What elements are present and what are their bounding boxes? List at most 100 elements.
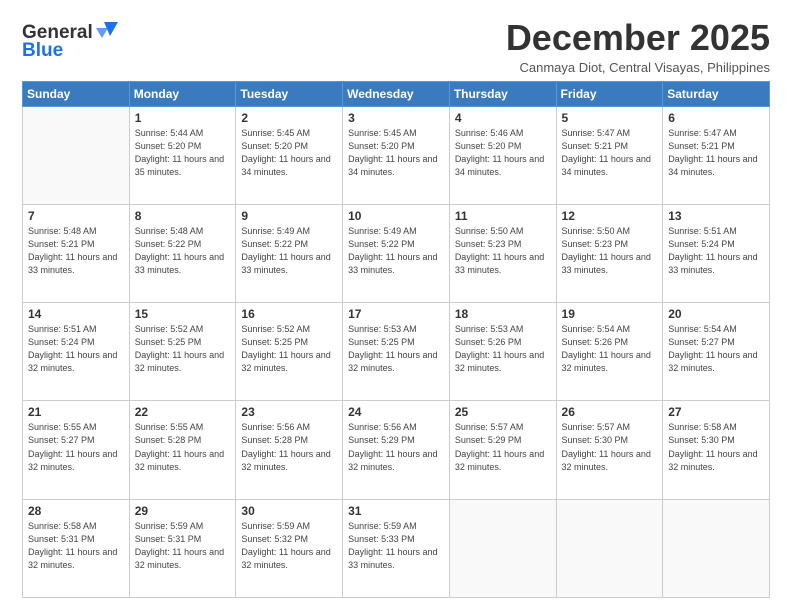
day-info: Sunrise: 5:50 AMSunset: 5:23 PMDaylight:…	[562, 225, 658, 277]
day-info: Sunrise: 5:54 AMSunset: 5:27 PMDaylight:…	[668, 323, 764, 375]
day-number: 31	[348, 504, 444, 518]
table-row: 21Sunrise: 5:55 AMSunset: 5:27 PMDayligh…	[23, 401, 130, 499]
day-info: Sunrise: 5:53 AMSunset: 5:26 PMDaylight:…	[455, 323, 551, 375]
table-row	[556, 499, 663, 597]
day-number: 15	[135, 307, 231, 321]
day-info: Sunrise: 5:56 AMSunset: 5:28 PMDaylight:…	[241, 421, 337, 473]
calendar-week-row: 28Sunrise: 5:58 AMSunset: 5:31 PMDayligh…	[23, 499, 770, 597]
day-number: 28	[28, 504, 124, 518]
day-number: 26	[562, 405, 658, 419]
col-wednesday: Wednesday	[343, 81, 450, 106]
day-number: 5	[562, 111, 658, 125]
day-info: Sunrise: 5:47 AMSunset: 5:21 PMDaylight:…	[562, 127, 658, 179]
table-row: 16 Sunrise: 5:52 AMSunset: 5:25 PMDayligh…	[236, 303, 343, 401]
table-row: 30 Sunrise: 5:59 AMSunset: 5:32 PMDayligh…	[236, 499, 343, 597]
day-info: Sunrise: 5:57 AMSunset: 5:30 PMDaylight:…	[562, 421, 658, 473]
calendar-week-row: 21Sunrise: 5:55 AMSunset: 5:27 PMDayligh…	[23, 401, 770, 499]
day-number: 1	[135, 111, 231, 125]
table-row: 2 Sunrise: 5:45 AMSunset: 5:20 PMDaylight…	[236, 106, 343, 204]
day-number: 8	[135, 209, 231, 223]
day-info: Sunrise: 5:54 AMSunset: 5:26 PMDaylight:…	[562, 323, 658, 375]
table-row: 10 Sunrise: 5:49 AMSunset: 5:22 PMDayligh…	[343, 204, 450, 302]
table-row: 28Sunrise: 5:58 AMSunset: 5:31 PMDayligh…	[23, 499, 130, 597]
day-info: Sunrise: 5:51 AMSunset: 5:24 PMDaylight:…	[28, 323, 124, 375]
table-row: 18 Sunrise: 5:53 AMSunset: 5:26 PMDayligh…	[449, 303, 556, 401]
table-row: 27 Sunrise: 5:58 AMSunset: 5:30 PMDayligh…	[663, 401, 770, 499]
table-row: 7 Sunrise: 5:48 AMSunset: 5:21 PMDaylight…	[23, 204, 130, 302]
day-number: 7	[28, 209, 124, 223]
calendar-table: Sunday Monday Tuesday Wednesday Thursday…	[22, 81, 770, 598]
table-row: 1 Sunrise: 5:44 AMSunset: 5:20 PMDaylight…	[129, 106, 236, 204]
day-number: 20	[668, 307, 764, 321]
table-row: 8 Sunrise: 5:48 AMSunset: 5:22 PMDaylight…	[129, 204, 236, 302]
day-number: 24	[348, 405, 444, 419]
day-info: Sunrise: 5:49 AMSunset: 5:22 PMDaylight:…	[241, 225, 337, 277]
day-info: Sunrise: 5:59 AMSunset: 5:31 PMDaylight:…	[135, 520, 231, 572]
day-number: 4	[455, 111, 551, 125]
table-row: 15 Sunrise: 5:52 AMSunset: 5:25 PMDayligh…	[129, 303, 236, 401]
day-number: 12	[562, 209, 658, 223]
day-info: Sunrise: 5:52 AMSunset: 5:25 PMDaylight:…	[241, 323, 337, 375]
day-info: Sunrise: 5:45 AMSunset: 5:20 PMDaylight:…	[348, 127, 444, 179]
day-number: 3	[348, 111, 444, 125]
table-row: 25Sunrise: 5:57 AMSunset: 5:29 PMDayligh…	[449, 401, 556, 499]
day-info: Sunrise: 5:53 AMSunset: 5:25 PMDaylight:…	[348, 323, 444, 375]
day-number: 17	[348, 307, 444, 321]
table-row: 19 Sunrise: 5:54 AMSunset: 5:26 PMDayligh…	[556, 303, 663, 401]
day-info: Sunrise: 5:50 AMSunset: 5:23 PMDaylight:…	[455, 225, 551, 277]
day-info: Sunrise: 5:49 AMSunset: 5:22 PMDaylight:…	[348, 225, 444, 277]
day-number: 25	[455, 405, 551, 419]
day-info: Sunrise: 5:55 AMSunset: 5:28 PMDaylight:…	[135, 421, 231, 473]
day-info: Sunrise: 5:48 AMSunset: 5:22 PMDaylight:…	[135, 225, 231, 277]
day-number: 23	[241, 405, 337, 419]
location: Canmaya Diot, Central Visayas, Philippin…	[506, 60, 770, 75]
table-row: 31Sunrise: 5:59 AMSunset: 5:33 PMDayligh…	[343, 499, 450, 597]
page: General Blue December 2025 Canmaya Diot,…	[0, 0, 792, 612]
table-row: 3 Sunrise: 5:45 AMSunset: 5:20 PMDaylight…	[343, 106, 450, 204]
calendar-week-row: 14 Sunrise: 5:51 AMSunset: 5:24 PMDayligh…	[23, 303, 770, 401]
day-number: 13	[668, 209, 764, 223]
calendar-week-row: 1 Sunrise: 5:44 AMSunset: 5:20 PMDaylight…	[23, 106, 770, 204]
table-row: 24Sunrise: 5:56 AMSunset: 5:29 PMDayligh…	[343, 401, 450, 499]
day-number: 29	[135, 504, 231, 518]
day-number: 2	[241, 111, 337, 125]
day-info: Sunrise: 5:58 AMSunset: 5:30 PMDaylight:…	[668, 421, 764, 473]
table-row	[663, 499, 770, 597]
day-info: Sunrise: 5:48 AMSunset: 5:21 PMDaylight:…	[28, 225, 124, 277]
day-number: 10	[348, 209, 444, 223]
day-number: 22	[135, 405, 231, 419]
table-row: 13 Sunrise: 5:51 AMSunset: 5:24 PMDayligh…	[663, 204, 770, 302]
day-number: 27	[668, 405, 764, 419]
day-info: Sunrise: 5:44 AMSunset: 5:20 PMDaylight:…	[135, 127, 231, 179]
day-info: Sunrise: 5:59 AMSunset: 5:32 PMDaylight:…	[241, 520, 337, 572]
table-row: 26 Sunrise: 5:57 AMSunset: 5:30 PMDayligh…	[556, 401, 663, 499]
day-info: Sunrise: 5:46 AMSunset: 5:20 PMDaylight:…	[455, 127, 551, 179]
logo: General Blue	[22, 22, 118, 62]
table-row	[449, 499, 556, 597]
day-number: 11	[455, 209, 551, 223]
day-number: 30	[241, 504, 337, 518]
col-monday: Monday	[129, 81, 236, 106]
day-info: Sunrise: 5:51 AMSunset: 5:24 PMDaylight:…	[668, 225, 764, 277]
day-info: Sunrise: 5:47 AMSunset: 5:21 PMDaylight:…	[668, 127, 764, 179]
day-info: Sunrise: 5:55 AMSunset: 5:27 PMDaylight:…	[28, 421, 124, 473]
table-row: 5 Sunrise: 5:47 AMSunset: 5:21 PMDaylight…	[556, 106, 663, 204]
col-sunday: Sunday	[23, 81, 130, 106]
day-number: 16	[241, 307, 337, 321]
day-info: Sunrise: 5:52 AMSunset: 5:25 PMDaylight:…	[135, 323, 231, 375]
table-row: 4 Sunrise: 5:46 AMSunset: 5:20 PMDaylight…	[449, 106, 556, 204]
table-row	[23, 106, 130, 204]
day-number: 19	[562, 307, 658, 321]
logo-icon	[96, 20, 118, 38]
day-number: 18	[455, 307, 551, 321]
day-number: 9	[241, 209, 337, 223]
col-thursday: Thursday	[449, 81, 556, 106]
table-row: 9 Sunrise: 5:49 AMSunset: 5:22 PMDaylight…	[236, 204, 343, 302]
calendar-week-row: 7 Sunrise: 5:48 AMSunset: 5:21 PMDaylight…	[23, 204, 770, 302]
day-number: 14	[28, 307, 124, 321]
title-block: December 2025 Canmaya Diot, Central Visa…	[506, 18, 770, 75]
table-row: 6Sunrise: 5:47 AMSunset: 5:21 PMDaylight…	[663, 106, 770, 204]
col-saturday: Saturday	[663, 81, 770, 106]
day-info: Sunrise: 5:45 AMSunset: 5:20 PMDaylight:…	[241, 127, 337, 179]
table-row: 17 Sunrise: 5:53 AMSunset: 5:25 PMDayligh…	[343, 303, 450, 401]
